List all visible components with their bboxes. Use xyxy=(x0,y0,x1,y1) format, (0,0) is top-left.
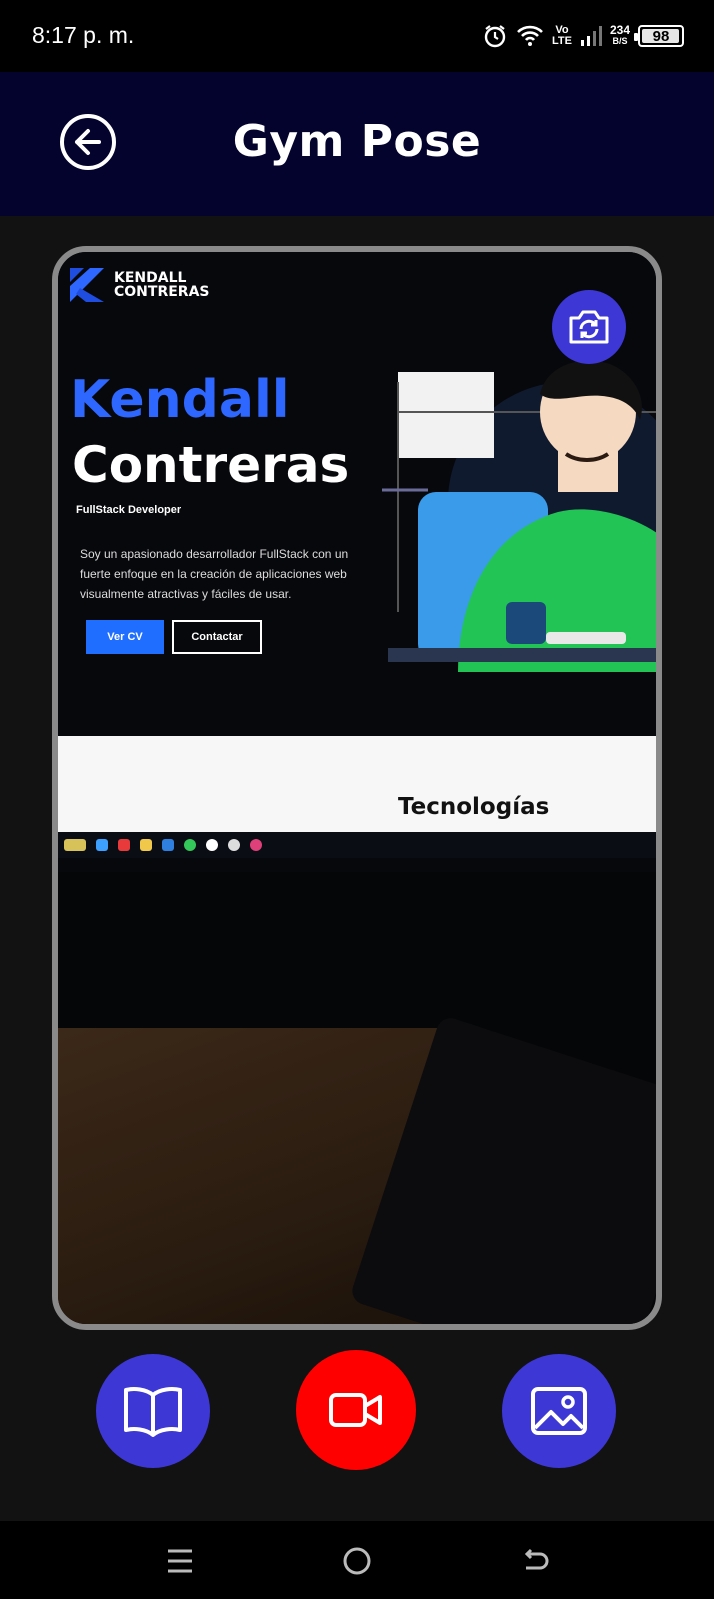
recent-apps-button[interactable] xyxy=(160,1541,200,1581)
taskbar xyxy=(58,832,656,858)
camera-preview: KENDALL CONTRERAS Kendall Contreras Full… xyxy=(52,246,662,1330)
system-nav-bar xyxy=(0,1521,714,1599)
status-bar: 8:17 p. m. Vo LTE 234 B/S 98 xyxy=(0,0,714,72)
section-title: Tecnologías xyxy=(398,794,550,820)
nav-back-button[interactable] xyxy=(516,1541,556,1581)
battery-icon: 98 xyxy=(634,25,684,47)
site-logo: KENDALL CONTRERAS xyxy=(66,264,209,306)
alarm-icon xyxy=(482,23,508,49)
network-type: Vo LTE xyxy=(552,24,572,47)
wifi-icon xyxy=(516,24,544,48)
image-icon xyxy=(531,1387,587,1435)
back-icon xyxy=(524,1548,549,1570)
camera-switch-icon xyxy=(569,310,609,344)
home-button[interactable] xyxy=(337,1541,377,1581)
video-camera-icon xyxy=(329,1393,382,1427)
cv-button: Ver CV xyxy=(86,620,164,654)
hero-description: Soy un apasionado desarrollador FullStac… xyxy=(80,547,349,601)
technologies-section: Tecnologías xyxy=(58,736,656,832)
gallery-button[interactable] xyxy=(502,1354,616,1468)
contact-button: Contactar xyxy=(172,620,262,654)
signal-icon xyxy=(580,25,602,47)
battery-level: 98 xyxy=(652,27,670,45)
status-icons: Vo LTE 234 B/S 98 xyxy=(482,18,684,54)
guide-button[interactable] xyxy=(96,1354,210,1468)
page-title: Gym Pose xyxy=(232,116,482,167)
app-bar: Gym Pose xyxy=(0,72,714,216)
home-icon xyxy=(343,1547,371,1575)
switch-camera-button[interactable] xyxy=(552,290,626,364)
hero-role: FullStack Developer xyxy=(76,504,182,516)
menu-icon xyxy=(168,1549,192,1573)
open-book-icon xyxy=(124,1387,182,1437)
hero-first-name: Kendall xyxy=(70,370,290,430)
hero-last-name: Contreras xyxy=(72,436,350,494)
network-speed: 234 B/S xyxy=(609,23,630,46)
status-time: 8:17 p. m. xyxy=(32,22,135,48)
developer-illustration xyxy=(382,360,656,672)
logo-mark-icon xyxy=(70,268,104,302)
record-button[interactable] xyxy=(296,1350,416,1470)
